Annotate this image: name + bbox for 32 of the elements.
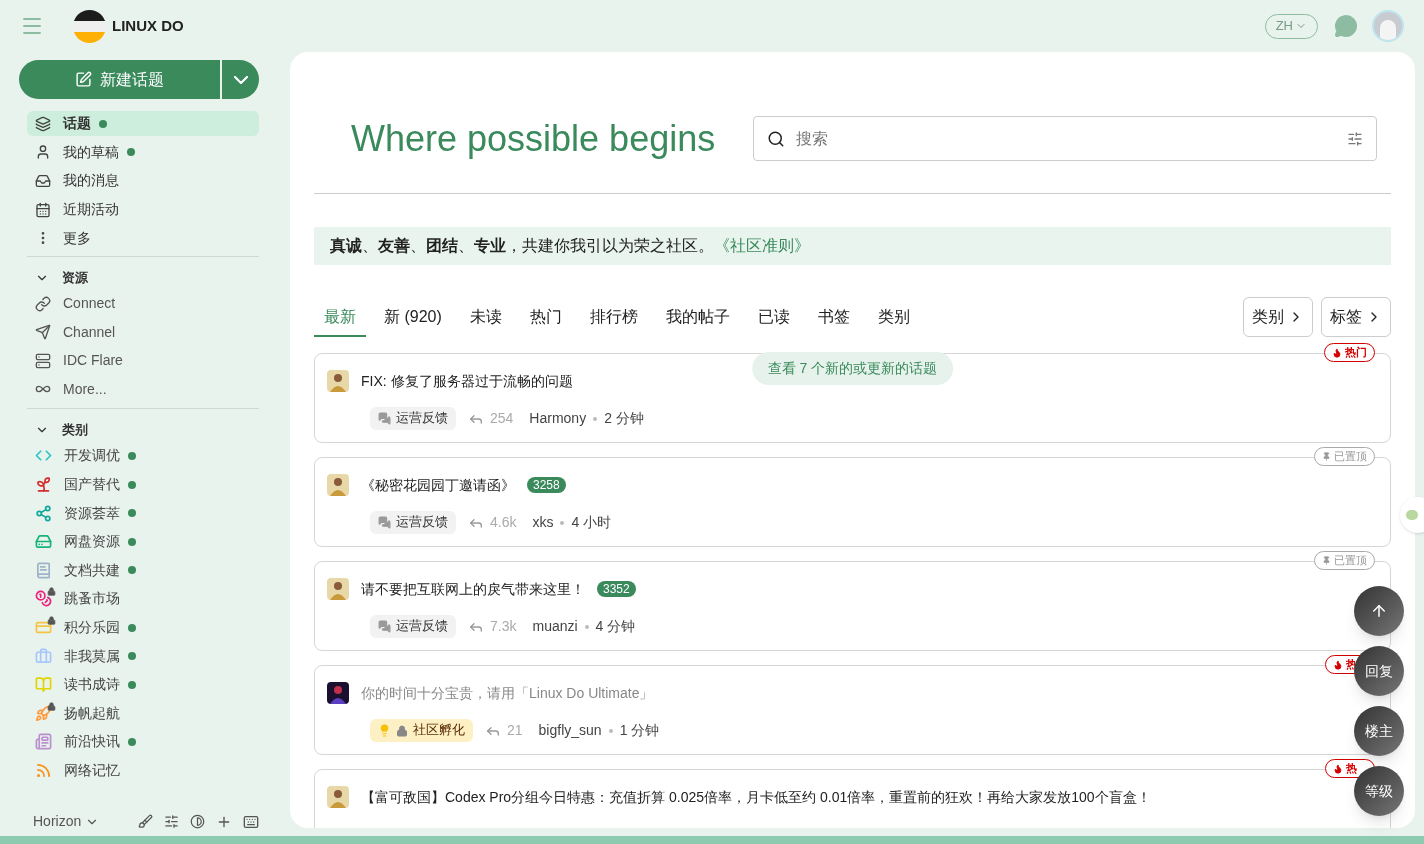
category-label: 开发调优 — [64, 446, 120, 466]
category-label: 跳蚤市场 — [64, 589, 120, 609]
time-ago: 4 分钟 — [595, 617, 636, 636]
category-label: 网盘资源 — [64, 532, 120, 552]
reply-count: 254 — [490, 409, 514, 428]
category-label: 积分乐园 — [64, 618, 120, 637]
category-label: 扬帆起航 — [64, 703, 120, 723]
reply-count: 4.6k — [490, 513, 517, 532]
sidebar-label: 我的消息 — [63, 171, 119, 191]
sidebar-label: 话题 — [63, 114, 91, 133]
new-count: 3258 — [527, 477, 566, 493]
category-label: 文档共建 — [64, 560, 120, 580]
reply-count: 7.3k — [490, 617, 517, 636]
category-label: 资源荟萃 — [64, 503, 120, 523]
new-count: 3352 — [597, 581, 636, 597]
sidebar-label: 更多 — [63, 228, 91, 248]
category-label: 前沿快讯 — [64, 732, 120, 752]
page-heading: Where possible begins — [351, 116, 717, 161]
category-label: 读书成诗 — [64, 675, 120, 695]
time-ago: 1 分钟 — [619, 721, 660, 740]
banner-text: 真诚、友善、团结、专业，共建你我引以为荣之社区。 — [330, 236, 714, 257]
category-label: 非我莫属 — [64, 646, 120, 666]
sidebar-label: 近期活动 — [63, 200, 119, 220]
pinned-badge: 已置顶 — [1314, 551, 1375, 570]
hot-badge: 热门 — [1324, 343, 1375, 362]
sidebar-label: 我的草稿 — [63, 142, 119, 162]
time-ago: 2 分钟 — [604, 409, 644, 428]
category-label: 国产替代 — [64, 475, 120, 495]
pinned-badge: 已置顶 — [1314, 447, 1375, 466]
category-label: 网络记忆 — [64, 760, 120, 780]
time-ago: 4 小时 — [571, 513, 612, 532]
reply-count: 21 — [507, 721, 523, 740]
